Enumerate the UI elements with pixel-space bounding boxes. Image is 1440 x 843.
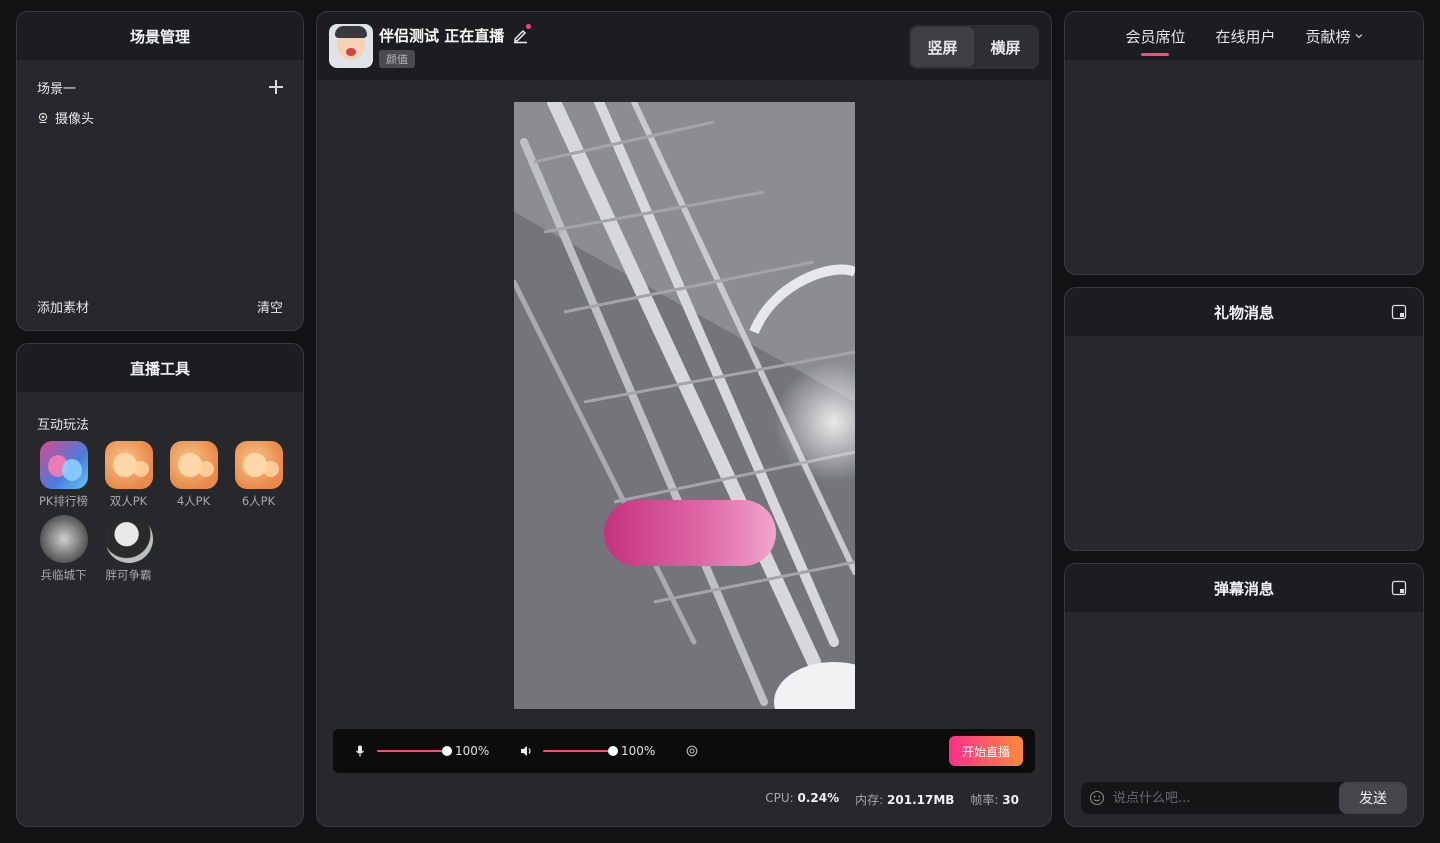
speaker-volume-value: 100% xyxy=(621,744,656,758)
six-pk-icon xyxy=(234,441,283,489)
cpu-stat: CPU: 0.24% xyxy=(765,791,840,805)
orientation-toggle: 竖屏 横屏 xyxy=(909,25,1039,69)
game-pk-ranking[interactable]: PK排行榜 xyxy=(31,441,96,509)
add-material-button[interactable]: 添加素材 xyxy=(37,297,89,316)
speaker-icon[interactable] xyxy=(519,744,533,758)
emoji-smile-icon[interactable] xyxy=(1089,790,1105,806)
chat-input[interactable] xyxy=(1113,782,1339,814)
popout-window-icon[interactable] xyxy=(1391,580,1407,596)
slider-knob[interactable] xyxy=(608,746,618,756)
notification-dot xyxy=(526,24,532,29)
slider-knob[interactable] xyxy=(442,746,452,756)
panke-battle-icon xyxy=(104,515,153,563)
danmu-panel-title: 弹幕消息 xyxy=(1213,579,1274,598)
start-live-button[interactable]: 开始直播 xyxy=(948,736,1023,766)
speaker-volume-slider[interactable] xyxy=(543,744,618,758)
category-tag: 颜值 xyxy=(379,49,415,68)
microphone-icon[interactable] xyxy=(353,744,367,758)
tools-panel-title: 直播工具 xyxy=(17,344,303,392)
game-panke-battle[interactable]: 胖可争霸 xyxy=(96,515,161,583)
source-label: 摄像头 xyxy=(55,112,95,127)
memory-stat: 内存: 201.17MB xyxy=(855,793,955,807)
audio-control-bar: 100% 100% 开始直播 xyxy=(333,729,1035,773)
game-grid: PK排行榜 双人PK 4人PK 6人PK 兵临城下 胖可争霸 xyxy=(17,441,303,583)
scene-item[interactable]: 场景一 xyxy=(17,76,303,98)
interactive-section-label: 互动玩法 xyxy=(37,418,90,433)
stream-header: 伴侣测试 正在直播 颜值 竖屏 横屏 xyxy=(317,12,1051,80)
danmaku-messages-panel: 弹幕消息 发送 xyxy=(1064,563,1424,827)
game-6p-pk[interactable]: 6人PK xyxy=(226,441,291,509)
four-pk-icon xyxy=(169,441,218,489)
tab-member-seats[interactable]: 会员席位 xyxy=(1125,26,1185,56)
members-panel: 会员席位 在线用户 贡献榜 xyxy=(1064,11,1424,275)
member-tabs: 会员席位 在线用户 贡献榜 xyxy=(1065,12,1423,60)
portrait-button[interactable]: 竖屏 xyxy=(911,27,974,67)
camera-preview[interactable] xyxy=(514,102,855,709)
pk-ranking-icon xyxy=(39,441,88,489)
chat-input-bar: 发送 xyxy=(1081,782,1407,814)
settings-gear-icon[interactable] xyxy=(685,744,699,758)
send-button[interactable]: 发送 xyxy=(1339,782,1407,814)
avatar[interactable] xyxy=(329,24,373,68)
scene-panel-title: 场景管理 xyxy=(17,12,303,60)
location-pin-icon xyxy=(38,112,48,123)
fps-stat: 帧率: 30 xyxy=(970,793,1019,807)
camera-frame-image xyxy=(514,102,855,709)
stream-panel: 伴侣测试 正在直播 颜值 竖屏 横屏 100% 100% 开始直播 CPU: 0… xyxy=(316,11,1052,827)
scene-name: 场景一 xyxy=(37,81,77,97)
game-siege[interactable]: 兵临城下 xyxy=(31,515,96,583)
mic-volume-slider[interactable] xyxy=(377,744,452,758)
edit-icon[interactable] xyxy=(512,24,532,44)
duo-pk-icon xyxy=(104,441,153,489)
clear-button[interactable]: 清空 xyxy=(257,297,283,316)
performance-stats: CPU: 0.24% 内存: 201.17MB 帧率: 30 xyxy=(765,791,1019,808)
popout-window-icon[interactable] xyxy=(1391,304,1407,320)
siege-icon xyxy=(39,515,88,563)
landscape-button[interactable]: 横屏 xyxy=(974,27,1037,67)
game-4p-pk[interactable]: 4人PK xyxy=(161,441,226,509)
gift-messages-panel: 礼物消息 xyxy=(1064,287,1424,551)
tab-online-users[interactable]: 在线用户 xyxy=(1215,26,1275,47)
chevron-down-icon xyxy=(1355,34,1362,39)
scene-management-panel: 场景管理 场景一 摄像头 添加素材 清空 xyxy=(16,11,304,331)
tab-contribution-ranking[interactable]: 贡献榜 xyxy=(1306,26,1363,47)
room-title: 伴侣测试 正在直播 xyxy=(379,26,505,45)
mic-volume-value: 100% xyxy=(455,744,490,758)
game-duo-pk[interactable]: 双人PK xyxy=(96,441,161,509)
gift-panel-title: 礼物消息 xyxy=(1213,303,1274,322)
add-icon[interactable] xyxy=(269,80,283,94)
source-item-camera[interactable]: 摄像头 xyxy=(17,108,303,127)
live-tools-panel: 直播工具 互动玩法 PK排行榜 双人PK 4人PK 6人PK 兵临城下 胖可争霸 xyxy=(16,343,304,827)
